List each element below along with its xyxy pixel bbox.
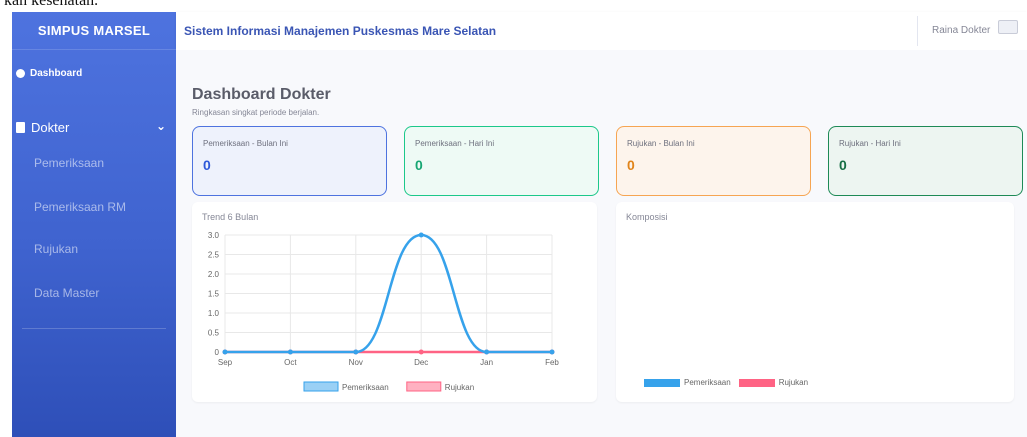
composition-chart-card: Komposisi Pemeriksaan Rujukan [616,202,1014,402]
y-tick-label: 1.0 [208,309,220,318]
x-tick-label: Dec [414,358,428,367]
page-title: Dashboard Dokter [192,86,331,103]
legend-label: Pemeriksaan [342,383,389,392]
data-point-pemeriksaan [222,349,228,355]
sidebar-brand[interactable]: SIMPUS MARSEL [12,12,176,50]
kpi-label: Rujukan - Bulan Ini [627,139,695,148]
kpi-label: Pemeriksaan - Bulan Ini [203,139,288,148]
sidebar-item-data-master[interactable]: Data Master [34,286,99,300]
y-tick-label: 0 [215,348,220,357]
y-tick-label: 1.5 [208,290,220,299]
kpi-card-pemeriksaan-bulan: Pemeriksaan - Bulan Ini 0 [192,126,387,196]
kpi-value: 0 [415,157,423,173]
sidebar-item-rujukan[interactable]: Rujukan [34,242,78,256]
sidebar: SIMPUS MARSEL Dashboard Dokter ⌄ Pemerik… [12,12,176,437]
composition-chart-title: Komposisi [626,212,668,222]
kpi-card-pemeriksaan-hari: Pemeriksaan - Hari Ini 0 [404,126,599,196]
chevron-down-icon[interactable]: ⌄ [156,119,166,133]
data-point-pemeriksaan [353,349,359,355]
app-title: Sistem Informasi Manajemen Puskesmas Mar… [184,24,497,38]
doctor-bag-icon [16,122,25,133]
x-tick-label: Sep [218,358,233,367]
page-subtitle: Ringkasan singkat periode berjalan. [192,108,320,117]
legend-swatch [303,381,339,392]
legend-item: Rujukan [738,378,809,387]
sidebar-divider [22,328,166,329]
x-tick-label: Oct [284,358,297,367]
kpi-label: Pemeriksaan - Hari Ini [415,139,495,148]
legend-swatch [406,381,442,392]
kpi-label: Rujukan - Hari Ini [839,139,901,148]
legend-swatch [738,378,775,387]
legend-label: Pemeriksaan [684,378,731,387]
data-point-pemeriksaan [287,349,293,355]
topbar: Sistem Informasi Manajemen Puskesmas Mar… [176,12,1027,50]
y-tick-label: 3.0 [208,231,220,240]
legend-item: Pemeriksaan [644,378,731,387]
x-tick-label: Nov [349,358,363,367]
kpi-card-rujukan-hari: Rujukan - Hari Ini 0 [828,126,1023,196]
sidebar-item-dokter[interactable]: Dokter ⌄ [16,119,166,135]
x-tick-label: Jan [480,358,493,367]
user-name[interactable]: Raina Dokter [932,25,990,36]
legend-swatch [644,378,680,387]
y-tick-label: 2.0 [208,270,220,279]
topbar-divider [917,16,918,46]
sidebar-item-pemeriksaan-rm[interactable]: Pemeriksaan RM [34,200,126,214]
sidebar-item-dashboard[interactable]: Dashboard [16,68,82,79]
kpi-value: 0 [627,157,635,173]
trend-chart-card: Trend 6 Bulan 3.0 2.5 2.0 1.5 1.0 0.5 0 Sep Oct N… [192,202,597,402]
y-tick-label: 0.5 [208,329,220,338]
sidebar-item-label: Dashboard [30,68,83,79]
main-content: Dashboard Dokter Ringkasan singkat perio… [176,50,1027,437]
composition-legend: Pemeriksaan Rujukan [644,378,816,387]
data-point-pemeriksaan [418,232,424,238]
clipped-header-text: kan kesehatan. [0,0,1027,12]
y-tick-label: 2.5 [208,251,220,260]
sidebar-item-label: Dokter [31,120,70,135]
trend-chart: 3.0 2.5 2.0 1.5 1.0 0.5 0Sep Oct Nov Dec Jan Feb Pem… [208,231,560,392]
legend-label: Rujukan [778,378,809,387]
kpi-value: 0 [203,157,211,173]
kpi-card-rujukan-bulan: Rujukan - Bulan Ini 0 [616,126,811,196]
data-point-pemeriksaan [549,349,555,355]
dashboard-icon [16,69,25,78]
kpi-value: 0 [839,157,847,173]
sidebar-item-pemeriksaan[interactable]: Pemeriksaan [34,156,104,170]
data-point-pemeriksaan [484,349,490,355]
data-point-rujukan [418,349,424,355]
x-tick-label: Feb [545,358,559,367]
legend-label: Rujukan [445,383,474,392]
avatar[interactable] [998,20,1018,34]
